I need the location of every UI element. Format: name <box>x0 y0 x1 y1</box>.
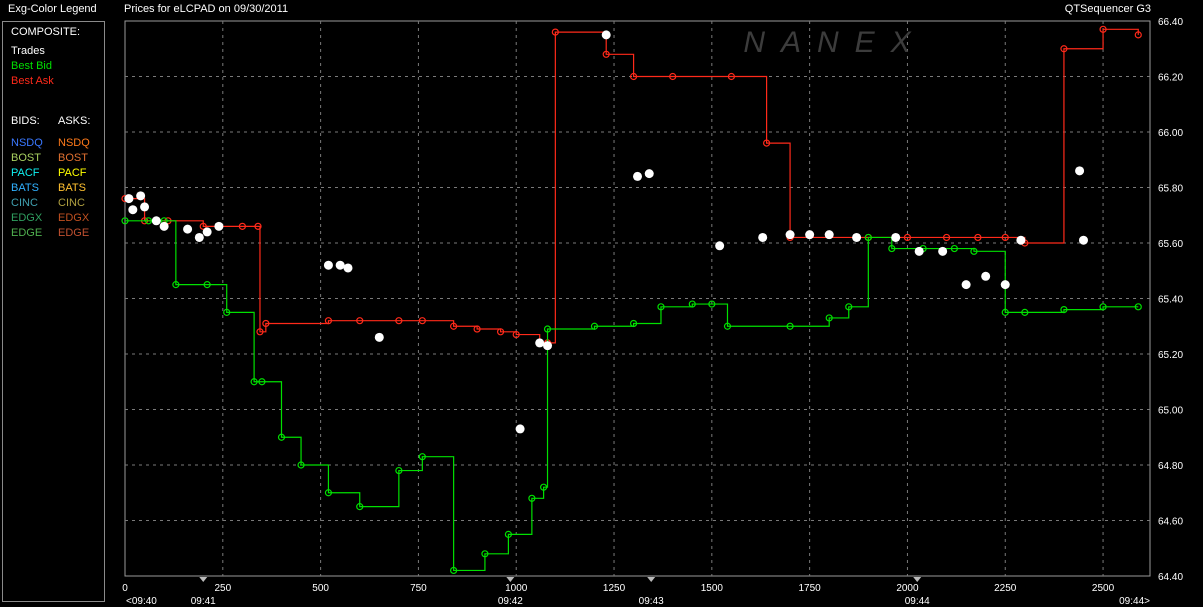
trade-point <box>535 338 545 348</box>
y-tick-label: 66.40 <box>1158 17 1183 28</box>
x-tick-label: 2250 <box>994 583 1017 594</box>
trade-point <box>323 260 333 270</box>
y-tick-label: 65.20 <box>1158 350 1183 361</box>
x-tick-label: 250 <box>214 583 231 594</box>
x-tick-label: 1250 <box>603 583 626 594</box>
trade-point <box>124 194 134 204</box>
trade-point <box>543 341 553 351</box>
time-marker <box>913 577 922 582</box>
x-tick-label: 500 <box>312 583 329 594</box>
trade-point <box>961 280 971 290</box>
trade-point <box>914 246 924 256</box>
time-label: <09:40 <box>126 596 157 607</box>
trade-point <box>194 232 204 242</box>
y-tick-label: 66.00 <box>1158 128 1183 139</box>
trade-point <box>1075 166 1085 176</box>
trade-point <box>805 230 815 240</box>
trade-point <box>1078 235 1088 245</box>
x-axis-ticks: 0 250 500 750 1000 1250 1500 1750 2000 2250 2500 <0… <box>122 577 1150 607</box>
y-tick-label: 65.00 <box>1158 406 1183 417</box>
trade-point <box>1016 235 1026 245</box>
trade-point <box>202 227 212 237</box>
time-label: 09:44> <box>1119 596 1150 607</box>
time-label: 09:43 <box>639 596 664 607</box>
y-axis-ticks: 66.40 66.20 66.00 65.80 65.60 65.40 65.20 65.00… <box>1158 17 1183 583</box>
x-tick-label: 750 <box>410 583 427 594</box>
trade-point <box>515 424 525 434</box>
trade-point <box>1000 280 1010 290</box>
trade-point <box>981 271 991 281</box>
y-tick-label: 65.80 <box>1158 184 1183 195</box>
price-chart: NANEX 66.40 66.20 66.00 65.80 65.60 65.40 65.2… <box>121 17 1183 607</box>
trade-point <box>824 230 834 240</box>
x-tick-label: 2500 <box>1092 583 1115 594</box>
watermark: NANEX <box>743 26 926 59</box>
y-tick-label: 64.80 <box>1158 461 1183 472</box>
y-tick-label: 64.60 <box>1158 517 1183 528</box>
trade-point <box>159 221 169 231</box>
trade-point <box>633 171 642 181</box>
trade-point <box>715 241 725 251</box>
trade-point <box>183 224 193 234</box>
x-tick-label: 1500 <box>701 583 724 594</box>
time-marker <box>647 577 656 582</box>
trade-point <box>601 30 611 40</box>
trade-point <box>785 230 795 240</box>
x-tick-label: 1750 <box>799 583 822 594</box>
x-tick-label: 2000 <box>896 583 919 594</box>
trade-point <box>852 232 862 242</box>
trade-point <box>136 191 146 201</box>
trade-point <box>214 221 224 231</box>
time-label: 09:41 <box>191 596 216 607</box>
y-tick-label: 66.20 <box>1158 73 1183 84</box>
trade-point <box>644 169 654 179</box>
y-tick-label: 64.40 <box>1158 572 1183 583</box>
time-marker <box>506 577 515 582</box>
trade-point <box>128 205 138 215</box>
trade-point <box>891 232 901 242</box>
trade-point <box>343 263 353 273</box>
y-tick-label: 65.40 <box>1158 295 1183 306</box>
x-tick-label: 0 <box>122 583 128 594</box>
trade-point <box>151 216 161 226</box>
y-tick-label: 65.60 <box>1158 239 1183 250</box>
x-tick-label: 1000 <box>505 583 528 594</box>
trade-point <box>335 260 345 270</box>
time-marker <box>199 577 208 582</box>
trade-point <box>140 202 150 212</box>
trade-point <box>758 232 768 242</box>
time-label: 09:42 <box>498 596 523 607</box>
trade-point <box>374 332 384 342</box>
time-label: 09:44 <box>905 596 930 607</box>
trade-point <box>938 246 948 256</box>
